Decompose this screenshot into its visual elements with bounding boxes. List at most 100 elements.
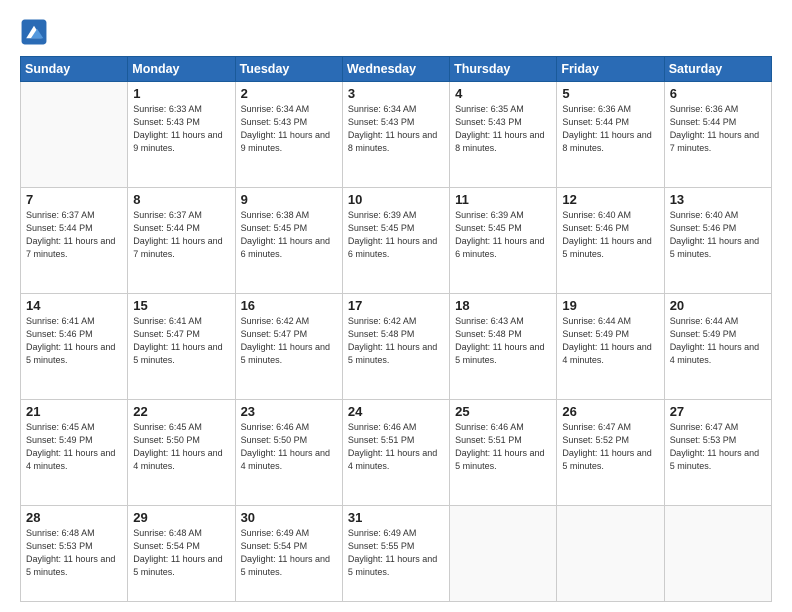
calendar-cell: 11Sunrise: 6:39 AMSunset: 5:45 PMDayligh… bbox=[450, 187, 557, 293]
sunset-label: Sunset: bbox=[241, 329, 272, 339]
sunset-time: 5:48 PM bbox=[381, 329, 415, 339]
calendar-cell: 30Sunrise: 6:49 AMSunset: 5:54 PMDayligh… bbox=[235, 505, 342, 601]
daylight-label: Daylight: bbox=[26, 554, 61, 564]
sunset-label: Sunset: bbox=[348, 329, 379, 339]
daylight-label: Daylight: bbox=[455, 342, 490, 352]
sunrise-label: Sunrise: bbox=[670, 422, 703, 432]
calendar-cell: 4Sunrise: 6:35 AMSunset: 5:43 PMDaylight… bbox=[450, 82, 557, 188]
calendar-cell: 7Sunrise: 6:37 AMSunset: 5:44 PMDaylight… bbox=[21, 187, 128, 293]
daylight-label: Daylight: bbox=[26, 448, 61, 458]
sunset-time: 5:53 PM bbox=[59, 541, 93, 551]
day-number: 21 bbox=[26, 404, 122, 419]
day-number: 24 bbox=[348, 404, 444, 419]
sunset-time: 5:46 PM bbox=[595, 223, 629, 233]
sunrise-label: Sunrise: bbox=[670, 104, 703, 114]
sunset-time: 5:45 PM bbox=[381, 223, 415, 233]
calendar-cell: 12Sunrise: 6:40 AMSunset: 5:46 PMDayligh… bbox=[557, 187, 664, 293]
sunset-time: 5:47 PM bbox=[274, 329, 308, 339]
sunrise-time: 6:38 AM bbox=[276, 210, 309, 220]
cell-info: Sunrise: 6:47 AMSunset: 5:53 PMDaylight:… bbox=[670, 421, 766, 473]
calendar-cell: 20Sunrise: 6:44 AMSunset: 5:49 PMDayligh… bbox=[664, 293, 771, 399]
sunrise-label: Sunrise: bbox=[133, 104, 166, 114]
calendar-cell: 8Sunrise: 6:37 AMSunset: 5:44 PMDaylight… bbox=[128, 187, 235, 293]
sunrise-label: Sunrise: bbox=[348, 422, 381, 432]
sunrise-label: Sunrise: bbox=[670, 316, 703, 326]
day-number: 22 bbox=[133, 404, 229, 419]
sunrise-time: 6:46 AM bbox=[383, 422, 416, 432]
sunset-label: Sunset: bbox=[26, 223, 57, 233]
sunrise-label: Sunrise: bbox=[455, 316, 488, 326]
cell-info: Sunrise: 6:41 AMSunset: 5:46 PMDaylight:… bbox=[26, 315, 122, 367]
day-number: 4 bbox=[455, 86, 551, 101]
sunrise-time: 6:47 AM bbox=[705, 422, 738, 432]
calendar-cell: 10Sunrise: 6:39 AMSunset: 5:45 PMDayligh… bbox=[342, 187, 449, 293]
sunset-label: Sunset: bbox=[26, 435, 57, 445]
daylight-label: Daylight: bbox=[562, 130, 597, 140]
sunrise-time: 6:45 AM bbox=[169, 422, 202, 432]
daylight-label: Daylight: bbox=[133, 130, 168, 140]
sunrise-label: Sunrise: bbox=[26, 316, 59, 326]
cell-info: Sunrise: 6:39 AMSunset: 5:45 PMDaylight:… bbox=[348, 209, 444, 261]
cell-info: Sunrise: 6:47 AMSunset: 5:52 PMDaylight:… bbox=[562, 421, 658, 473]
day-number: 25 bbox=[455, 404, 551, 419]
daylight-label: Daylight: bbox=[562, 342, 597, 352]
daylight-label: Daylight: bbox=[455, 236, 490, 246]
daylight-label: Daylight: bbox=[133, 342, 168, 352]
sunrise-label: Sunrise: bbox=[348, 316, 381, 326]
sunset-time: 5:45 PM bbox=[274, 223, 308, 233]
sunset-time: 5:53 PM bbox=[703, 435, 737, 445]
cell-info: Sunrise: 6:48 AMSunset: 5:54 PMDaylight:… bbox=[133, 527, 229, 579]
calendar-cell: 6Sunrise: 6:36 AMSunset: 5:44 PMDaylight… bbox=[664, 82, 771, 188]
sunrise-time: 6:34 AM bbox=[383, 104, 416, 114]
sunrise-label: Sunrise: bbox=[133, 422, 166, 432]
sunset-label: Sunset: bbox=[562, 117, 593, 127]
calendar-cell: 26Sunrise: 6:47 AMSunset: 5:52 PMDayligh… bbox=[557, 399, 664, 505]
daylight-label: Daylight: bbox=[670, 130, 705, 140]
cell-info: Sunrise: 6:36 AMSunset: 5:44 PMDaylight:… bbox=[562, 103, 658, 155]
daylight-label: Daylight: bbox=[562, 236, 597, 246]
day-number: 15 bbox=[133, 298, 229, 313]
sunset-time: 5:55 PM bbox=[381, 541, 415, 551]
cell-info: Sunrise: 6:48 AMSunset: 5:53 PMDaylight:… bbox=[26, 527, 122, 579]
sunset-time: 5:46 PM bbox=[703, 223, 737, 233]
daylight-label: Daylight: bbox=[348, 342, 383, 352]
sunset-time: 5:44 PM bbox=[703, 117, 737, 127]
daylight-label: Daylight: bbox=[562, 448, 597, 458]
calendar-cell: 13Sunrise: 6:40 AMSunset: 5:46 PMDayligh… bbox=[664, 187, 771, 293]
calendar-cell: 25Sunrise: 6:46 AMSunset: 5:51 PMDayligh… bbox=[450, 399, 557, 505]
day-number: 2 bbox=[241, 86, 337, 101]
calendar-cell: 19Sunrise: 6:44 AMSunset: 5:49 PMDayligh… bbox=[557, 293, 664, 399]
calendar-cell: 29Sunrise: 6:48 AMSunset: 5:54 PMDayligh… bbox=[128, 505, 235, 601]
calendar-cell: 14Sunrise: 6:41 AMSunset: 5:46 PMDayligh… bbox=[21, 293, 128, 399]
sunset-label: Sunset: bbox=[133, 329, 164, 339]
sunrise-time: 6:40 AM bbox=[598, 210, 631, 220]
sunrise-time: 6:45 AM bbox=[62, 422, 95, 432]
sunset-time: 5:54 PM bbox=[166, 541, 200, 551]
sunset-label: Sunset: bbox=[670, 223, 701, 233]
sunrise-label: Sunrise: bbox=[241, 316, 274, 326]
calendar-cell: 18Sunrise: 6:43 AMSunset: 5:48 PMDayligh… bbox=[450, 293, 557, 399]
sunset-time: 5:44 PM bbox=[59, 223, 93, 233]
sunrise-time: 6:48 AM bbox=[62, 528, 95, 538]
sunrise-time: 6:37 AM bbox=[62, 210, 95, 220]
sunrise-label: Sunrise: bbox=[241, 104, 274, 114]
day-header-wednesday: Wednesday bbox=[342, 57, 449, 82]
sunrise-label: Sunrise: bbox=[348, 528, 381, 538]
logo-icon bbox=[20, 18, 48, 46]
sunrise-label: Sunrise: bbox=[562, 422, 595, 432]
day-number: 16 bbox=[241, 298, 337, 313]
sunrise-time: 6:35 AM bbox=[491, 104, 524, 114]
cell-info: Sunrise: 6:45 AMSunset: 5:49 PMDaylight:… bbox=[26, 421, 122, 473]
cell-info: Sunrise: 6:37 AMSunset: 5:44 PMDaylight:… bbox=[26, 209, 122, 261]
daylight-label: Daylight: bbox=[455, 448, 490, 458]
cell-info: Sunrise: 6:40 AMSunset: 5:46 PMDaylight:… bbox=[562, 209, 658, 261]
sunrise-label: Sunrise: bbox=[133, 528, 166, 538]
sunrise-time: 6:46 AM bbox=[491, 422, 524, 432]
sunrise-time: 6:36 AM bbox=[598, 104, 631, 114]
daylight-label: Daylight: bbox=[455, 130, 490, 140]
sunrise-label: Sunrise: bbox=[241, 528, 274, 538]
cell-info: Sunrise: 6:43 AMSunset: 5:48 PMDaylight:… bbox=[455, 315, 551, 367]
sunrise-time: 6:39 AM bbox=[383, 210, 416, 220]
sunrise-label: Sunrise: bbox=[348, 210, 381, 220]
header bbox=[20, 18, 772, 46]
